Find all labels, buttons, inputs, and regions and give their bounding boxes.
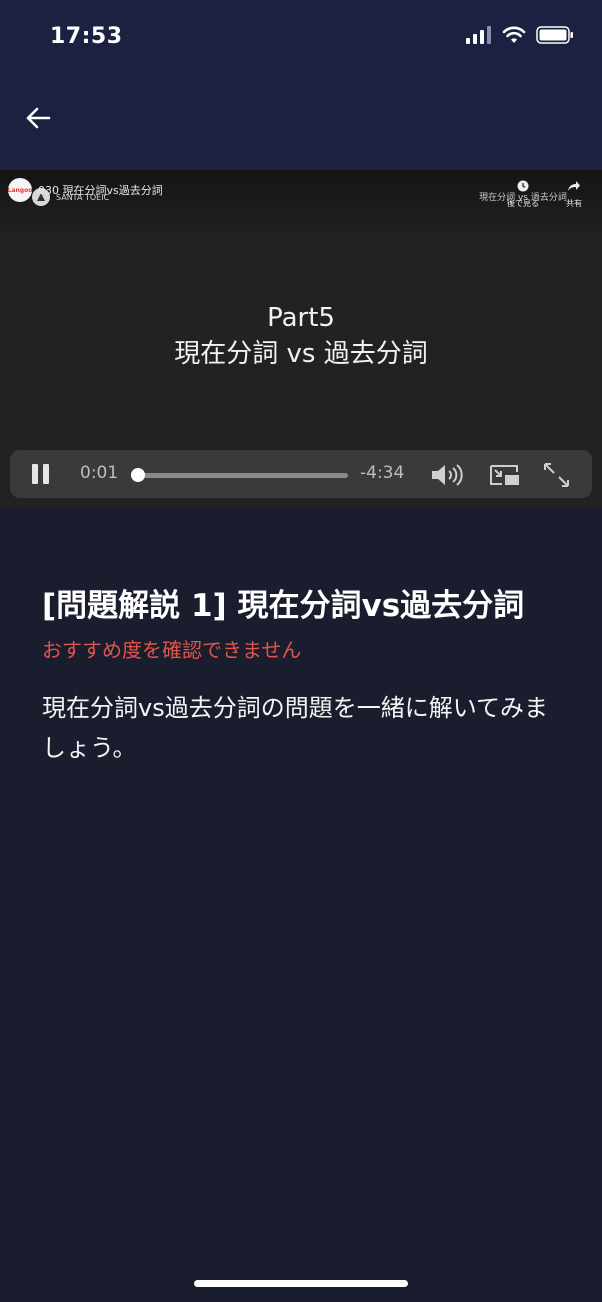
- lesson-title: [問題解説 1] 現在分詞vs過去分詞: [42, 588, 525, 624]
- time-elapsed: 0:01: [80, 463, 119, 483]
- video-caption: Part5 現在分詞 vs 過去分詞: [0, 300, 602, 372]
- share-label: 共有: [566, 199, 582, 208]
- lesson-description: 現在分詞vs過去分詞の問題を一緒に解いてみましょう。: [42, 694, 548, 762]
- progress-thumb[interactable]: [130, 468, 145, 482]
- recommendation-warning: おすすめ度を確認できません: [42, 638, 302, 662]
- app-header: 17:53: [0, 0, 602, 170]
- share-icon: [568, 181, 580, 191]
- channel-name: SANTA TOEIC: [56, 193, 110, 202]
- wifi-icon: [502, 26, 526, 43]
- volume-button[interactable]: [430, 462, 464, 488]
- status-icons: [466, 26, 574, 44]
- watch-later-label: 後で見る: [507, 199, 539, 208]
- share-button[interactable]: 共有: [560, 180, 588, 208]
- picture-in-picture-button[interactable]: [488, 462, 522, 488]
- back-button[interactable]: [20, 100, 56, 136]
- pause-icon: [32, 464, 38, 484]
- fullscreen-button[interactable]: [540, 462, 574, 488]
- watch-later-button[interactable]: 現在分詞 vs 過去分詞 後で見る: [478, 180, 568, 208]
- status-time: 17:53: [50, 24, 123, 49]
- arrow-left-icon: [26, 107, 51, 129]
- pause-button[interactable]: [32, 464, 52, 484]
- signal-icon: [466, 26, 491, 44]
- battery-icon: [536, 26, 573, 44]
- video-controls: 0:01 -4:34: [10, 450, 592, 498]
- channel-logo[interactable]: Langoo: [8, 178, 32, 202]
- pause-icon-bar: [43, 464, 49, 484]
- time-remaining: -4:34: [360, 463, 405, 483]
- progress-bar[interactable]: [130, 468, 348, 482]
- video-caption-line1: Part5: [267, 303, 335, 333]
- video-player[interactable]: Langoo 030 現在分詞vs過去分詞 SANTA TOEIC 現在分詞 v…: [0, 170, 602, 507]
- video-caption-line2: 現在分詞 vs 過去分詞: [174, 339, 428, 369]
- home-indicator[interactable]: [194, 1280, 408, 1287]
